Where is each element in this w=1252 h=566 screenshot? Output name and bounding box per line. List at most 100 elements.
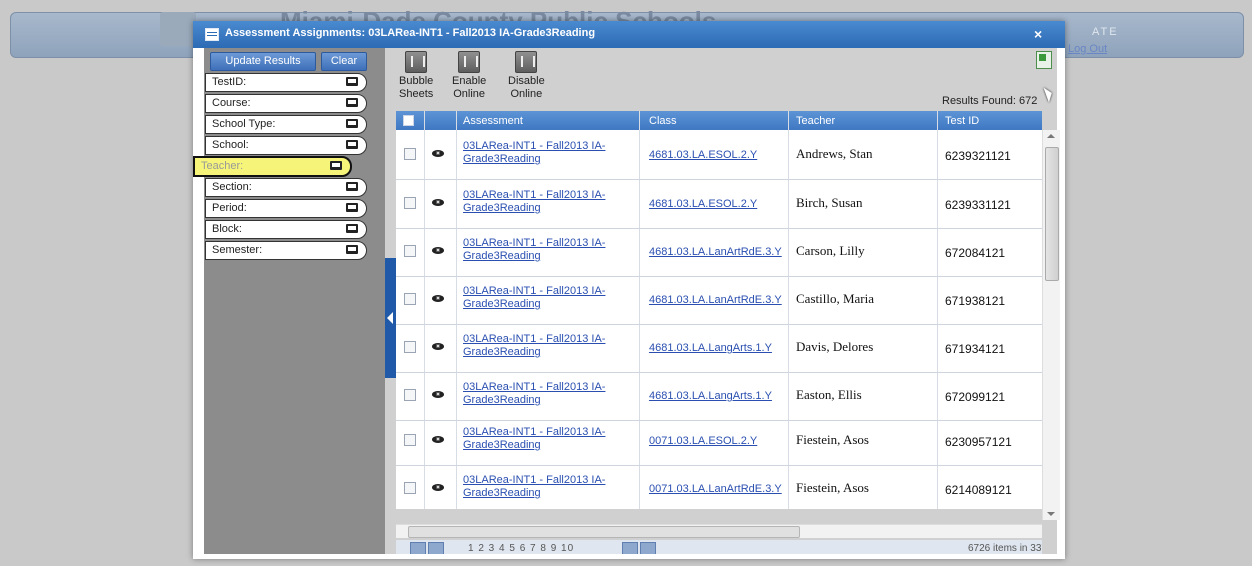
pager: 1 2 3 4 5 6 7 8 9 10 6726 items in 337 — [396, 540, 1042, 554]
filter-label: Course: — [212, 97, 251, 109]
enable-label-2: Online — [453, 88, 486, 100]
row-checkbox[interactable] — [404, 197, 416, 209]
table-row[interactable]: 03LARea-INT1 - Fall2013 IA-Grade3Reading… — [396, 180, 1042, 229]
assessment-link[interactable]: 03LARea-INT1 - Fall2013 IA-Grade3Reading — [463, 285, 638, 311]
prev-page-button[interactable] — [428, 542, 444, 554]
close-icon[interactable]: × — [1034, 26, 1042, 42]
row-checkbox[interactable] — [404, 245, 416, 257]
select-all-checkbox[interactable] — [403, 115, 414, 126]
column-header-teacher[interactable]: Teacher — [796, 115, 835, 127]
class-link[interactable]: 4681.03.LA.LanArtRdE.3.Y — [649, 246, 782, 258]
comment-icon[interactable] — [330, 161, 342, 170]
filter-course[interactable]: Course: — [205, 94, 367, 113]
logout-link[interactable]: Log Out — [1068, 43, 1107, 55]
comment-icon[interactable] — [346, 245, 358, 254]
class-link[interactable]: 4681.03.LA.LanArtRdE.3.Y — [649, 294, 782, 306]
dialog-titlebar[interactable]: Assessment Assignments: 03LARea-INT1 - F… — [193, 21, 1065, 48]
filter-school[interactable]: School: — [205, 136, 367, 155]
column-header-assessment[interactable]: Assessment — [463, 115, 523, 127]
row-checkbox[interactable] — [404, 148, 416, 160]
teacher-name: Fiestein, Asos — [796, 480, 869, 495]
filter-period[interactable]: Period: — [205, 199, 367, 218]
view-icon[interactable] — [432, 343, 444, 350]
filter-label: Section: — [212, 181, 252, 193]
assessment-link[interactable]: 03LARea-INT1 - Fall2013 IA-Grade3Reading — [463, 426, 638, 452]
test-id: 6239331121 — [945, 198, 1011, 212]
assessment-link[interactable]: 03LARea-INT1 - Fall2013 IA-Grade3Reading — [463, 189, 638, 215]
view-icon[interactable] — [432, 150, 444, 157]
row-checkbox[interactable] — [404, 341, 416, 353]
comment-icon[interactable] — [346, 119, 358, 128]
view-icon[interactable] — [432, 436, 444, 443]
last-page-button[interactable] — [640, 542, 656, 554]
vertical-scrollbar[interactable] — [1042, 130, 1060, 520]
class-link[interactable]: 4681.03.LA.ESOL.2.Y — [649, 198, 757, 210]
scroll-thumb[interactable] — [408, 526, 800, 538]
class-link[interactable]: 4681.03.LA.ESOL.2.Y — [649, 149, 757, 161]
filter-label: School: — [212, 139, 249, 151]
table-row[interactable]: 03LARea-INT1 - Fall2013 IA-Grade3Reading… — [396, 131, 1042, 180]
test-id: 672084121 — [945, 246, 1006, 260]
view-icon[interactable] — [432, 295, 444, 302]
table-row[interactable]: 03LARea-INT1 - Fall2013 IA-Grade3Reading… — [396, 276, 1042, 325]
class-link[interactable]: 4681.03.LA.LangArts.1.Y — [649, 390, 772, 402]
horizontal-scrollbar[interactable] — [396, 524, 1042, 538]
table-row[interactable]: 03LARea-INT1 - Fall2013 IA-Grade3Reading… — [396, 417, 1042, 466]
next-page-button[interactable] — [622, 542, 638, 554]
view-icon[interactable] — [432, 484, 444, 491]
class-link[interactable]: 4681.03.LA.LangArts.1.Y — [649, 342, 772, 354]
row-checkbox[interactable] — [404, 434, 416, 446]
table-row[interactable]: 03LARea-INT1 - Fall2013 IA-Grade3Reading… — [396, 228, 1042, 277]
teacher-name: Davis, Delores — [796, 339, 874, 354]
scroll-thumb[interactable] — [1045, 147, 1059, 281]
view-icon[interactable] — [432, 391, 444, 398]
test-id: 672099121 — [945, 390, 1006, 404]
filter-teacher[interactable]: Teacher: — [193, 156, 352, 177]
class-link[interactable]: 0071.03.LA.LanArtRdE.3.Y — [649, 483, 782, 495]
comment-icon[interactable] — [346, 77, 358, 86]
filter-semester[interactable]: Semester: — [205, 241, 367, 260]
first-page-button[interactable] — [410, 542, 426, 554]
enable-online-button[interactable]: Enable Online — [452, 48, 486, 101]
teacher-name: Fiestein, Asos — [796, 432, 869, 447]
clear-button[interactable]: Clear — [321, 52, 367, 71]
assessment-link[interactable]: 03LARea-INT1 - Fall2013 IA-Grade3Reading — [463, 140, 638, 166]
assessment-link[interactable]: 03LARea-INT1 - Fall2013 IA-Grade3Reading — [463, 333, 638, 359]
assessment-link[interactable]: 03LARea-INT1 - Fall2013 IA-Grade3Reading — [463, 237, 638, 263]
bubble-sheets-icon — [405, 51, 428, 73]
comment-icon[interactable] — [346, 98, 358, 107]
comment-icon[interactable] — [346, 224, 358, 233]
view-icon[interactable] — [432, 247, 444, 254]
scroll-up-arrow-icon[interactable] — [1047, 134, 1055, 138]
filter-school-type[interactable]: School Type: — [205, 115, 367, 134]
column-header-test-id[interactable]: Test ID — [945, 115, 979, 127]
assessment-link[interactable]: 03LARea-INT1 - Fall2013 IA-Grade3Reading — [463, 474, 638, 500]
assessment-link[interactable]: 03LARea-INT1 - Fall2013 IA-Grade3Reading — [463, 381, 638, 407]
column-header-class[interactable]: Class — [649, 115, 677, 127]
enable-label-1: Enable — [452, 75, 487, 87]
update-results-button[interactable]: Update Results — [210, 52, 316, 71]
comment-icon[interactable] — [346, 182, 358, 191]
scroll-down-arrow-icon[interactable] — [1047, 512, 1055, 516]
row-checkbox[interactable] — [404, 293, 416, 305]
excel-export-icon[interactable] — [1036, 51, 1052, 69]
filter-block[interactable]: Block: — [205, 220, 367, 239]
class-link[interactable]: 0071.03.LA.ESOL.2.Y — [649, 435, 757, 447]
table-row[interactable]: 03LARea-INT1 - Fall2013 IA-Grade3Reading… — [396, 372, 1042, 421]
view-icon[interactable] — [432, 199, 444, 206]
page-numbers[interactable]: 1 2 3 4 5 6 7 8 9 10 — [468, 543, 574, 554]
school-logo — [160, 12, 196, 46]
table-row[interactable]: 03LARea-INT1 - Fall2013 IA-Grade3Reading… — [396, 324, 1042, 373]
row-checkbox[interactable] — [404, 482, 416, 494]
results-found: Results Found: 672 — [942, 95, 1038, 107]
table-row[interactable]: 03LARea-INT1 - Fall2013 IA-Grade3Reading… — [396, 465, 1042, 509]
row-checkbox[interactable] — [404, 389, 416, 401]
bubble-sheets-button[interactable]: Bubble Sheets — [399, 48, 433, 101]
filter-testid[interactable]: TestID: — [205, 73, 367, 92]
comment-icon[interactable] — [346, 140, 358, 149]
comment-icon[interactable] — [346, 203, 358, 212]
filter-label: Semester: — [212, 244, 263, 256]
disable-online-button[interactable]: Disable Online — [508, 48, 545, 101]
test-id: 671934121 — [945, 342, 1006, 356]
filter-section[interactable]: Section: — [205, 178, 367, 197]
